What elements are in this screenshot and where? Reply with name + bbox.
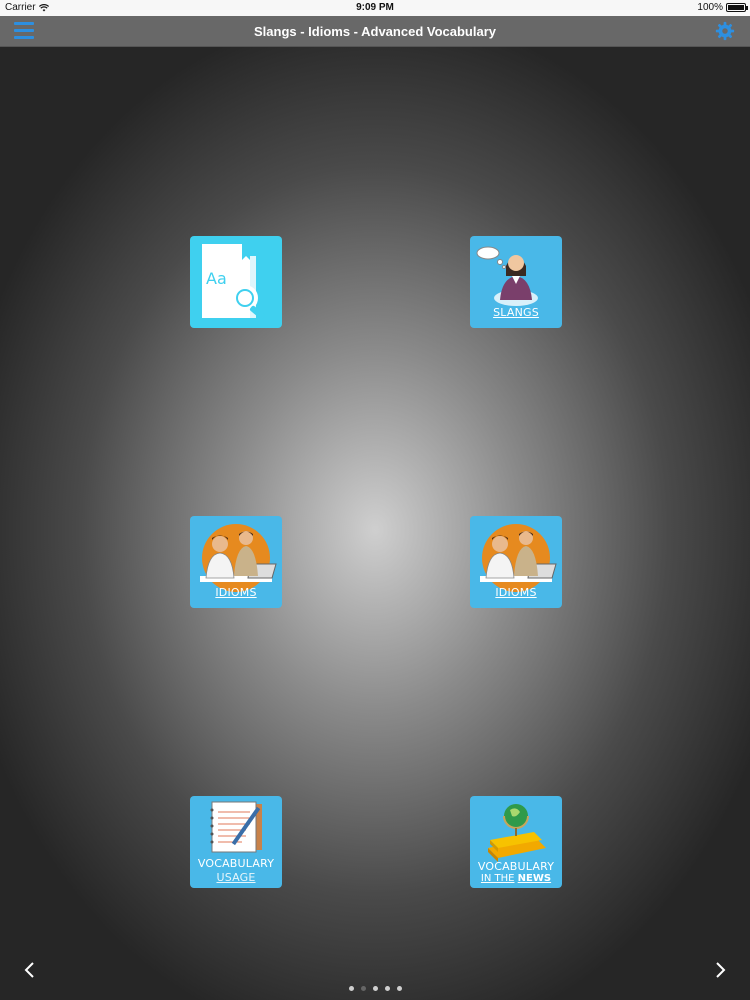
tile-slangs-label: SLANGS — [493, 306, 539, 319]
tile-vocab-news-line2: IN THE NEWS — [470, 873, 562, 884]
idioms-tile-1[interactable]: IDIOMS — [190, 516, 282, 608]
tile-vocab-news-in-the: IN THE — [480, 873, 515, 884]
status-bar: Carrier 9:09 PM 100% — [0, 0, 750, 16]
tile-vocab-usage-line1: VOCABULARY — [197, 857, 275, 870]
tile-dictionary-label: Aa — [206, 269, 227, 288]
page-indicator[interactable] — [0, 986, 750, 991]
dictionary-search-icon: Aa — [202, 244, 265, 320]
battery-icon — [726, 3, 748, 12]
clock: 9:09 PM — [356, 2, 394, 13]
page-dot[interactable] — [396, 986, 402, 991]
idioms-tile-2[interactable]: IDIOMS — [470, 516, 562, 608]
tile-vocab-news-news: NEWS — [517, 873, 552, 884]
dictionary-tile[interactable]: Aa — [190, 236, 282, 328]
tile-vocab-usage-line2: USAGE — [216, 871, 256, 884]
slangs-tile[interactable]: SLANGS — [470, 236, 562, 328]
tile-vocab-news-line1: VOCABULARY — [477, 860, 555, 873]
gear-icon[interactable] — [714, 20, 736, 42]
page-title: Slangs - Idioms - Advanced Vocabulary — [253, 24, 496, 39]
page-dot[interactable] — [372, 986, 378, 991]
page-dot[interactable] — [348, 986, 354, 991]
tile-idioms-label-1: IDIOMS — [215, 586, 257, 599]
navigation-bar: Slangs - Idioms - Advanced Vocabulary — [0, 16, 750, 47]
chevron-right-icon[interactable] — [710, 960, 730, 980]
vocabulary-usage-tile[interactable]: VOCABULARY USAGE — [190, 796, 282, 888]
page-dot[interactable] — [384, 986, 390, 991]
chevron-left-icon[interactable] — [20, 960, 40, 980]
battery-fill — [728, 5, 744, 10]
battery-percent: 100% — [697, 2, 723, 13]
page-dot[interactable] — [360, 986, 366, 991]
tile-idioms-label-2: IDIOMS — [495, 586, 537, 599]
vocabulary-news-tile[interactable]: VOCABULARY IN THE NEWS — [470, 796, 562, 888]
battery-status: 100% — [697, 2, 748, 13]
